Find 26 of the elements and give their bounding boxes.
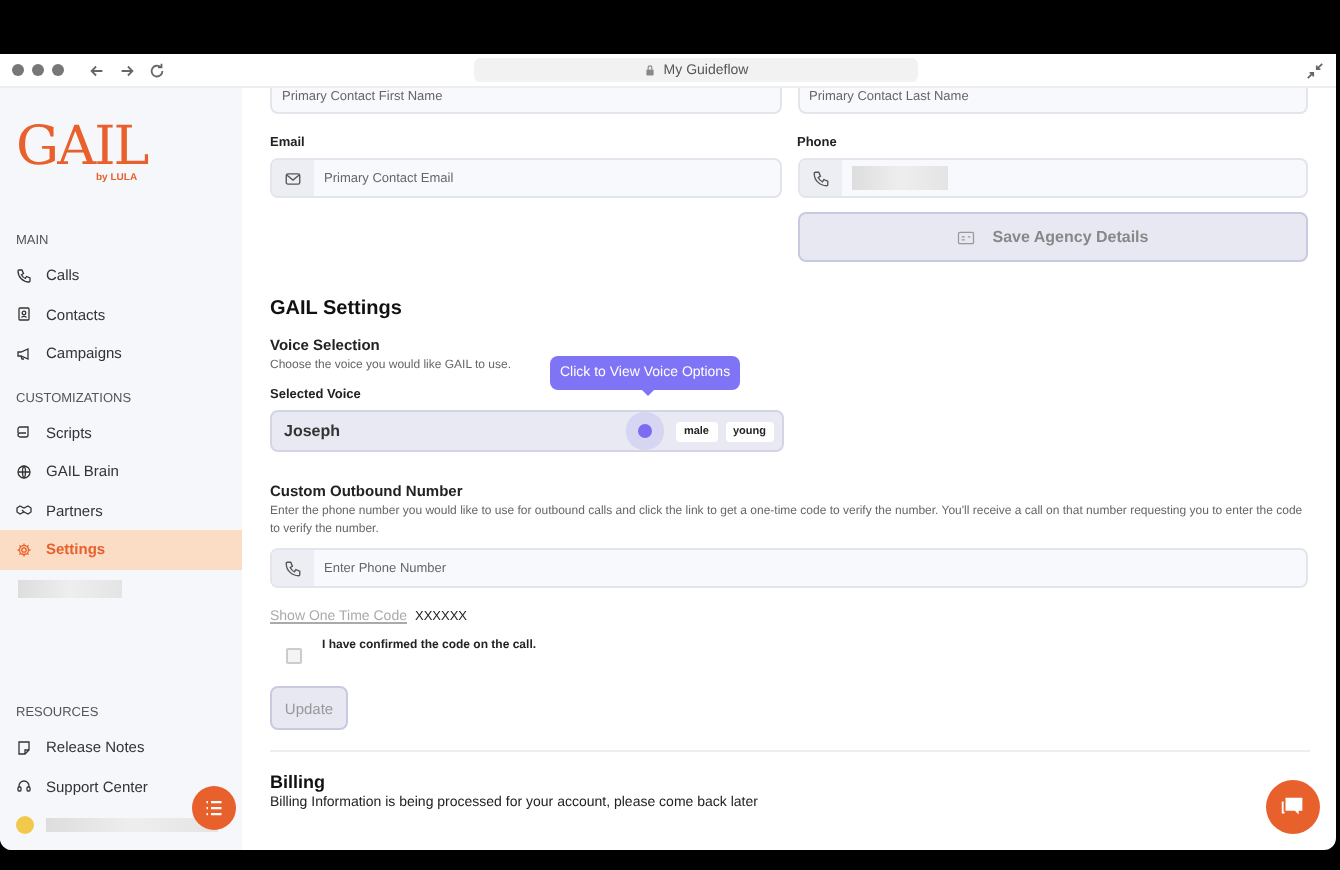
back-arrow-icon[interactable] xyxy=(88,61,106,79)
chat-button[interactable] xyxy=(1266,780,1320,834)
reload-icon[interactable] xyxy=(148,61,166,79)
lock-icon xyxy=(643,64,656,76)
redacted-item xyxy=(18,579,122,597)
phone-icon xyxy=(16,267,32,284)
list-icon xyxy=(202,796,226,820)
forward-arrow-icon[interactable] xyxy=(118,61,136,79)
list-menu-button[interactable] xyxy=(192,786,236,830)
phone-icon xyxy=(284,559,302,577)
section-title: GAIL Settings xyxy=(270,298,402,320)
phone-icon xyxy=(811,169,829,187)
note-icon xyxy=(16,739,32,756)
redacted-phone xyxy=(851,166,947,190)
hotspot-dot[interactable] xyxy=(637,424,652,438)
globe-icon xyxy=(16,463,32,480)
headset-icon xyxy=(16,778,32,795)
collapse-icon[interactable] xyxy=(1306,61,1324,79)
checkbox[interactable] xyxy=(286,648,302,664)
id-card-icon xyxy=(956,227,977,247)
megaphone-icon xyxy=(16,345,32,362)
gear-icon xyxy=(16,541,32,558)
section-title: Billing xyxy=(270,772,325,792)
contact-icon xyxy=(16,306,32,323)
mail-icon xyxy=(284,169,302,187)
phone-field[interactable] xyxy=(797,158,1308,198)
